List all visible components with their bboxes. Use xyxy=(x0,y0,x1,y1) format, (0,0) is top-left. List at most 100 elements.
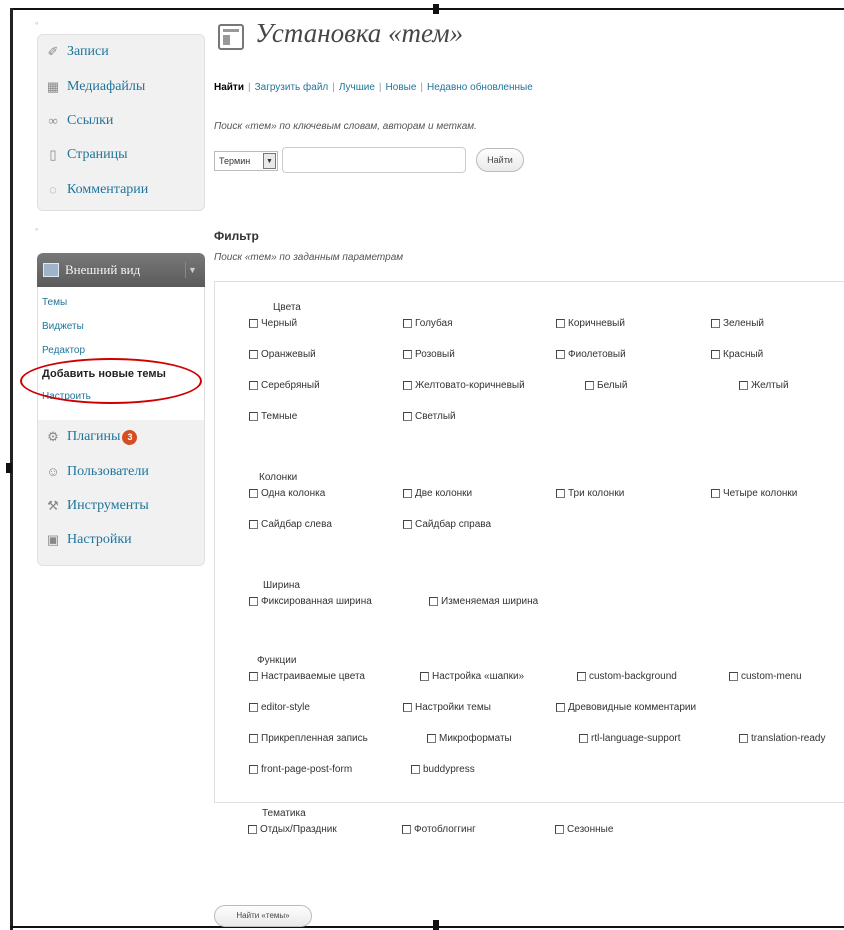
filter-checkbox-flexible-width[interactable]: Изменяемая ширина xyxy=(429,596,538,607)
filter-checkbox-fixed-width[interactable]: Фиксированная ширина xyxy=(249,596,372,607)
filter-checkbox-front-page-post-form[interactable]: front-page-post-form xyxy=(249,764,352,775)
checkbox-square[interactable] xyxy=(403,520,412,529)
filter-checkbox-blue[interactable]: Голубая xyxy=(403,318,453,329)
filter-checkbox-light[interactable]: Светлый xyxy=(403,411,456,422)
sidebar-item-comments[interactable]: ◌ Комментарии xyxy=(38,173,204,207)
checkbox-square[interactable] xyxy=(579,734,588,743)
checkbox-square[interactable] xyxy=(427,734,436,743)
checkbox-square[interactable] xyxy=(711,350,720,359)
tab-newest[interactable]: Новые xyxy=(386,82,417,93)
filter-checkbox-photoblogging[interactable]: Фотоблоггинг xyxy=(402,824,476,835)
checkbox-square[interactable] xyxy=(249,381,258,390)
search-type-select[interactable]: Термин ▼ xyxy=(214,151,278,171)
filter-checkbox-dark[interactable]: Темные xyxy=(249,411,297,422)
checkbox-square[interactable] xyxy=(403,381,412,390)
filter-checkbox-orange[interactable]: Оранжевый xyxy=(249,349,316,360)
checkbox-square[interactable] xyxy=(403,319,412,328)
sidebar-item-settings[interactable]: ▣ Настройки xyxy=(38,523,204,557)
filter-checkbox-editor-style[interactable]: editor-style xyxy=(249,702,310,713)
sidebar-item-links[interactable]: ∞ Ссылки xyxy=(38,104,204,138)
filter-checkbox-theme-options[interactable]: Настройки темы xyxy=(403,702,491,713)
checkbox-square[interactable] xyxy=(249,597,258,606)
filter-checkbox-microformats[interactable]: Микроформаты xyxy=(427,733,512,744)
filter-checkbox-black[interactable]: Черный xyxy=(249,318,297,329)
checkbox-square[interactable] xyxy=(249,520,258,529)
tab-recently-updated[interactable]: Недавно обновленные xyxy=(427,82,533,93)
filter-checkbox-pink[interactable]: Розовый xyxy=(403,349,455,360)
checkbox-square[interactable] xyxy=(248,825,257,834)
filter-checkbox-red[interactable]: Красный xyxy=(711,349,763,360)
resize-handle-left[interactable] xyxy=(6,463,12,473)
filter-checkbox-one-column[interactable]: Одна колонка xyxy=(249,488,325,499)
filter-checkbox-holiday[interactable]: Отдых/Праздник xyxy=(248,824,337,835)
find-themes-button[interactable]: Найти «темы» xyxy=(214,905,312,927)
filter-checkbox-custom-colors[interactable]: Настраиваемые цвета xyxy=(249,671,365,682)
sidebar-item-appearance[interactable]: Внешний вид ▼ xyxy=(37,253,205,287)
checkbox-square[interactable] xyxy=(739,734,748,743)
checkbox-square[interactable] xyxy=(402,825,411,834)
checkbox-square[interactable] xyxy=(420,672,429,681)
checkbox-square[interactable] xyxy=(729,672,738,681)
sidebar-item-media[interactable]: ▦ Медиафайлы xyxy=(38,69,204,103)
sidebar-item-tools[interactable]: ⚒ Инструменты xyxy=(38,489,204,523)
checkbox-square[interactable] xyxy=(249,703,258,712)
filter-checkbox-sticky-post[interactable]: Прикрепленная запись xyxy=(249,733,368,744)
collapse-arrow-icon[interactable]: ▼ xyxy=(185,262,199,278)
checkbox-square[interactable] xyxy=(403,412,412,421)
filter-checkbox-threaded-comments[interactable]: Древовидные комментарии xyxy=(556,702,696,713)
filter-checkbox-yellow[interactable]: Желтый xyxy=(739,380,789,391)
checkbox-square[interactable] xyxy=(249,412,258,421)
submenu-item-themes[interactable]: Темы xyxy=(42,297,67,308)
search-button[interactable]: Найти xyxy=(476,148,524,172)
checkbox-square[interactable] xyxy=(403,350,412,359)
filter-checkbox-silver[interactable]: Серебряный xyxy=(249,380,320,391)
submenu-item-editor[interactable]: Редактор xyxy=(42,345,85,356)
sidebar-item-pages[interactable]: ▯ Страницы xyxy=(38,138,204,172)
checkbox-square[interactable] xyxy=(249,765,258,774)
filter-checkbox-left-sidebar[interactable]: Сайдбар слева xyxy=(249,519,332,530)
checkbox-square[interactable] xyxy=(403,489,412,498)
submenu-item-widgets[interactable]: Виджеты xyxy=(42,321,84,332)
filter-checkbox-seasonal[interactable]: Сезонные xyxy=(555,824,613,835)
checkbox-square[interactable] xyxy=(711,319,720,328)
tab-upload[interactable]: Загрузить файл xyxy=(255,82,329,93)
checkbox-square[interactable] xyxy=(585,381,594,390)
filter-checkbox-white[interactable]: Белый xyxy=(585,380,627,391)
checkbox-square[interactable] xyxy=(403,703,412,712)
checkbox-square[interactable] xyxy=(249,489,258,498)
checkbox-square[interactable] xyxy=(739,381,748,390)
search-input[interactable] xyxy=(282,147,466,173)
filter-checkbox-brown[interactable]: Коричневый xyxy=(556,318,625,329)
filter-checkbox-custom-background[interactable]: custom-background xyxy=(577,671,677,682)
checkbox-square[interactable] xyxy=(556,489,565,498)
filter-checkbox-custom-header[interactable]: Настройка «шапки» xyxy=(420,671,524,682)
sidebar-item-users[interactable]: ☺ Пользователи xyxy=(38,454,204,488)
checkbox-square[interactable] xyxy=(556,350,565,359)
filter-checkbox-three-columns[interactable]: Три колонки xyxy=(556,488,624,499)
filter-checkbox-green[interactable]: Зеленый xyxy=(711,318,764,329)
sidebar-item-plugins[interactable]: ⚙ Плагины 3 xyxy=(38,420,204,454)
checkbox-square[interactable] xyxy=(556,703,565,712)
checkbox-square[interactable] xyxy=(556,319,565,328)
checkbox-square[interactable] xyxy=(249,734,258,743)
filter-checkbox-custom-menu[interactable]: custom-menu xyxy=(729,671,802,682)
checkbox-square[interactable] xyxy=(249,319,258,328)
sidebar-item-posts[interactable]: ✐ Записи xyxy=(38,35,204,69)
checkbox-square[interactable] xyxy=(249,350,258,359)
filter-checkbox-tan[interactable]: Желтовато-коричневый xyxy=(403,380,525,391)
filter-checkbox-buddypress[interactable]: buddypress xyxy=(411,764,475,775)
filter-checkbox-four-columns[interactable]: Четыре колонки xyxy=(711,488,797,499)
checkbox-square[interactable] xyxy=(249,672,258,681)
tab-featured[interactable]: Лучшие xyxy=(339,82,375,93)
filter-checkbox-right-sidebar[interactable]: Сайдбар справа xyxy=(403,519,491,530)
filter-checkbox-two-columns[interactable]: Две колонки xyxy=(403,488,472,499)
checkbox-square[interactable] xyxy=(711,489,720,498)
dropdown-arrow-icon[interactable]: ▼ xyxy=(263,153,276,169)
filter-checkbox-translation-ready[interactable]: translation-ready xyxy=(739,733,825,744)
checkbox-square[interactable] xyxy=(429,597,438,606)
tab-search[interactable]: Найти xyxy=(214,82,244,93)
checkbox-square[interactable] xyxy=(577,672,586,681)
checkbox-square[interactable] xyxy=(411,765,420,774)
filter-checkbox-rtl-language-support[interactable]: rtl-language-support xyxy=(579,733,681,744)
filter-checkbox-purple[interactable]: Фиолетовый xyxy=(556,349,626,360)
